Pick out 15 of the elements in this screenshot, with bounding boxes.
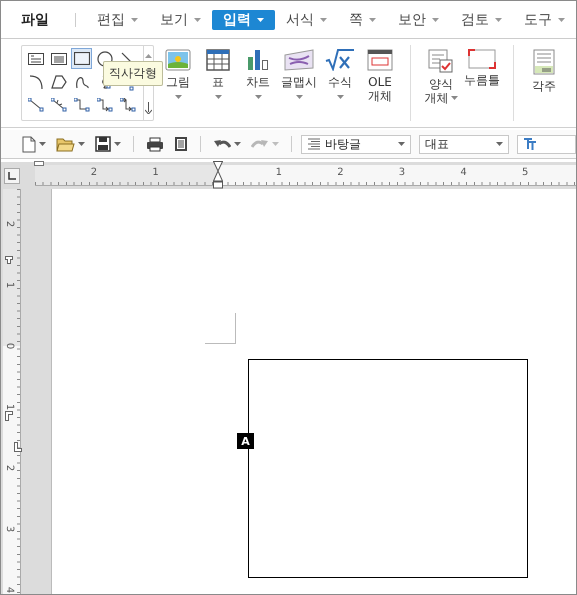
ruler-number: 1 [4,404,14,410]
tooltip: 직사각형 [103,61,163,86]
ruler-number: 1 [4,282,14,288]
ruler-number: 2 [4,220,14,228]
ruler-number: 4 [4,586,14,594]
ruler-number: 1 [152,168,159,178]
ruler-number: 3 [398,168,406,178]
ruler-number: 2 [90,168,98,178]
ruler-number: 0 [4,342,14,350]
ruler-number: 2 [337,168,344,178]
ruler-number: 1 [276,168,282,178]
ruler-number: 4 [460,168,467,178]
ruler-number: 5 [522,168,528,178]
ruler-number: 3 [4,526,14,532]
ruler-number: 2 [4,464,14,472]
